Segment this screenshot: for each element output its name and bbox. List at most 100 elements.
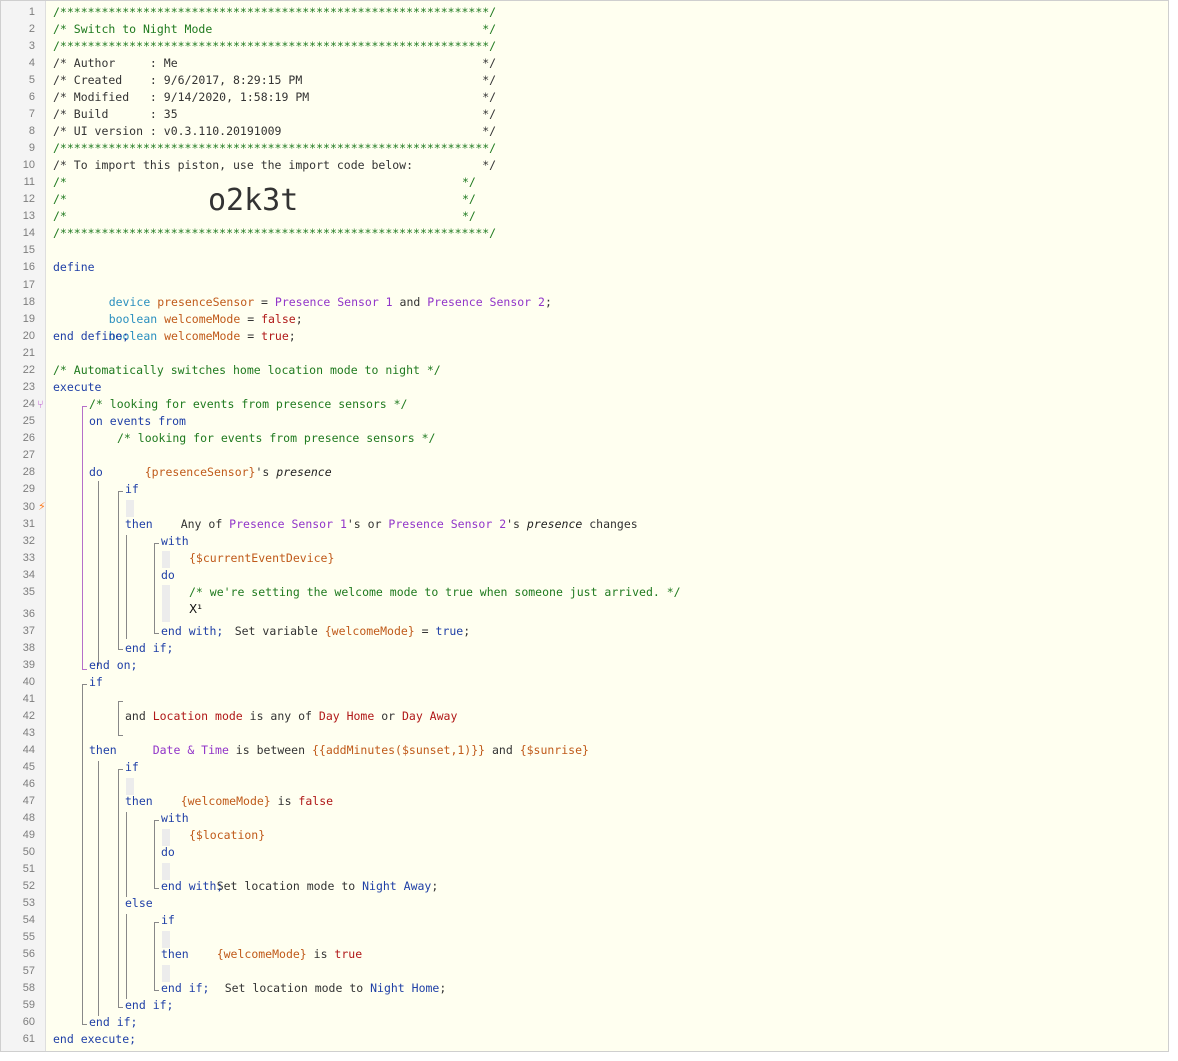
line-number: 41: [22, 693, 35, 705]
kw-with[interactable]: with: [161, 810, 189, 827]
if2-guide: [82, 684, 83, 1024]
if4-guide: [154, 922, 155, 990]
text-any-of: Any of: [180, 517, 230, 531]
line-number: 19: [22, 313, 35, 325]
line-number: 44: [22, 744, 35, 756]
condition-line-43[interactable]: Date & Time is between {{addMinutes($sun…: [125, 725, 589, 757]
line-number: 36: [22, 608, 35, 620]
line-number: 27: [22, 449, 35, 461]
if3-guide-bottom: [118, 1007, 123, 1008]
line-number: 5: [28, 74, 35, 86]
line-number: 17: [22, 279, 35, 291]
set-mode-night-home[interactable]: Set location mode to Night Home;: [197, 963, 447, 995]
define-line-18: boolean welcomeMode = false;: [81, 294, 303, 326]
kw-and: and: [125, 709, 146, 723]
val-night-away: Night Away: [362, 879, 432, 893]
text-or: 's or: [346, 517, 389, 531]
condition-line-46[interactable]: {welcomeMode} is false: [153, 776, 333, 808]
line-number: 32: [22, 535, 35, 547]
var-currentEventDevice[interactable]: {$currentEventDevice}: [189, 550, 334, 567]
set-variable-line[interactable]: Set variable {welcomeMode} = true;: [207, 606, 470, 638]
header-ui-version: /* UI version : v0.3.110.20191009 */: [53, 124, 497, 138]
val-true: true: [334, 947, 363, 961]
kw-on-events-from[interactable]: on events from: [89, 413, 186, 430]
if1-condition-gutter: [126, 500, 134, 517]
line-number: 26: [22, 432, 35, 444]
kw-with[interactable]: with: [161, 533, 189, 550]
kw-end-define: end define;: [53, 329, 130, 343]
line-number: 22: [22, 364, 35, 376]
line-number: 34: [22, 569, 35, 581]
semicolon: ;: [288, 329, 296, 343]
else-guide: [126, 914, 127, 999]
line-number: 12: [22, 193, 35, 205]
kw-end-if: end if;: [89, 1015, 138, 1029]
var-presenceSensor: {presenceSensor}: [144, 465, 256, 479]
header-line-12-close: */: [462, 192, 476, 206]
branch-icon: ⑂: [37, 398, 44, 411]
attr-presence: presence: [526, 517, 583, 531]
line-number: 30: [22, 501, 35, 513]
set-mode-night-away[interactable]: Set location mode to Night Away;: [189, 861, 439, 893]
text-set-variable: Set variable: [234, 624, 325, 638]
comment-line-35: /* we're setting the welcome mode to tru…: [189, 585, 681, 599]
kw-do: do: [89, 465, 103, 479]
if4-guide-bottom: [154, 990, 159, 991]
line-number: 57: [22, 965, 35, 977]
kw-if[interactable]: if: [161, 912, 175, 929]
kw-then: then: [125, 794, 153, 808]
import-code[interactable]: o2k3t: [208, 184, 298, 218]
line-number: 58: [22, 982, 35, 994]
with1-guide: [154, 543, 155, 633]
line-number: 2: [28, 23, 35, 35]
header-import-note: /* To import this piston, use the import…: [53, 158, 497, 172]
line-number: 53: [22, 897, 35, 909]
header-line-14: /***************************************…: [53, 226, 497, 240]
define-line-19: boolean welcomeMode = true;: [81, 311, 296, 343]
line-number: 4: [28, 57, 35, 69]
with2-guide-bottom: [154, 888, 159, 889]
if2-condition-guide-top: [118, 701, 123, 702]
kw-if[interactable]: if: [89, 674, 103, 691]
condition-line-41[interactable]: Location mode is any of Day Home or Day …: [125, 691, 458, 723]
line-number: 39: [22, 659, 35, 671]
line-number: 13: [22, 210, 35, 222]
line-number: 28: [22, 466, 35, 478]
line-number: 29: [22, 483, 35, 495]
semicolon: ;: [463, 624, 471, 638]
condition-line-30[interactable]: Any of Presence Sensor 1's or Presence S…: [153, 499, 638, 531]
text-changes: changes: [582, 517, 638, 531]
header-line-3: /***************************************…: [53, 39, 497, 53]
kw-end-if: end if;: [125, 998, 174, 1012]
then3-guide: [126, 812, 127, 897]
kw-else: else: [125, 896, 153, 910]
line-number: 49: [22, 829, 35, 841]
line-number: 11: [23, 176, 35, 188]
header-build: /* Build : 35 */: [53, 107, 497, 121]
event-source-line[interactable]: {presenceSensor}'s presence: [117, 447, 332, 479]
line-number: 47: [22, 795, 35, 807]
semicolon: ;: [431, 879, 439, 893]
comment-line-24[interactable]: /* looking for events from presence sens…: [89, 396, 408, 413]
line-number: 52: [22, 880, 35, 892]
text-is: is: [306, 947, 335, 961]
if1-guide: [118, 491, 119, 649]
kw-do: do: [161, 568, 175, 582]
kw-end-execute: end execute;: [53, 1032, 137, 1046]
with2-guide: [154, 820, 155, 888]
header-line-12-open: /*: [53, 192, 67, 206]
line-number: 10: [22, 159, 35, 171]
if4-guide-top: [154, 922, 159, 923]
line-number: 61: [22, 1033, 35, 1045]
kw-if[interactable]: if: [125, 759, 139, 776]
var-location[interactable]: {$location}: [189, 827, 265, 844]
condition-line-55[interactable]: {welcomeMode} is true: [189, 929, 362, 961]
comment-execute: /* Automatically switches home location …: [53, 363, 441, 377]
line-number: 15: [22, 244, 35, 256]
line-number: 54: [22, 914, 35, 926]
kw-if[interactable]: if: [125, 481, 139, 498]
header-line-13-open: /*: [53, 209, 67, 223]
with1-device-gutter: [162, 551, 170, 568]
val-night-home: Night Home: [370, 981, 440, 995]
text-and: and: [485, 743, 520, 757]
